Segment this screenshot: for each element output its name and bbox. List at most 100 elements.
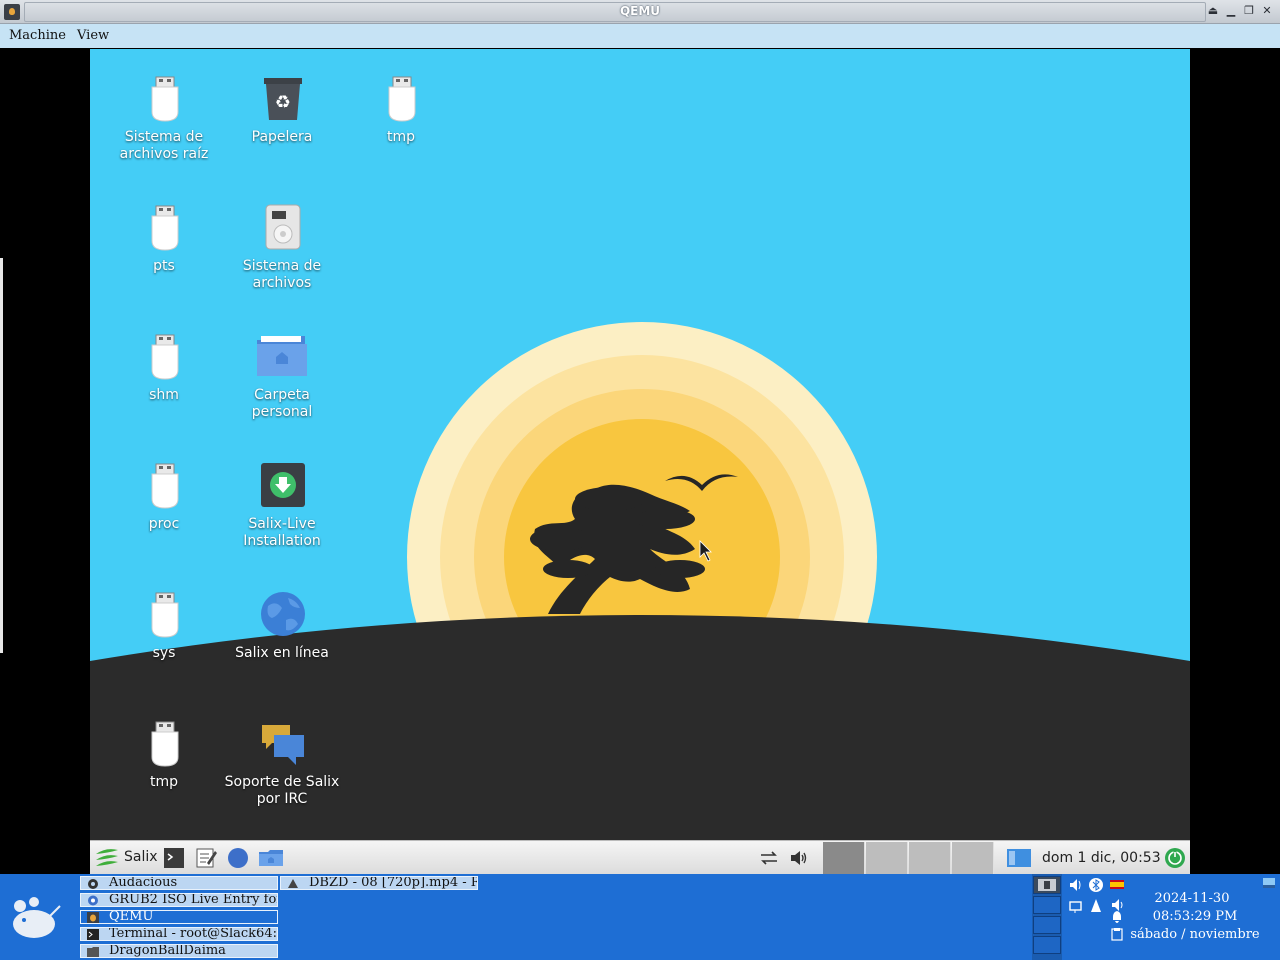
host-workspace-3[interactable]	[1033, 916, 1061, 934]
task-label: GRUB2 ISO Live Entry for ...	[109, 893, 277, 907]
salix-menu-label: Salix	[124, 849, 158, 865]
network-icon	[761, 851, 777, 865]
qemu-menubar: Machine View	[0, 24, 1280, 48]
xfce-mouse-icon[interactable]	[10, 896, 62, 940]
left-edge-marker	[0, 258, 3, 653]
volume-icon	[1070, 879, 1081, 891]
host-time[interactable]: 08:53:29 PM	[1140, 909, 1250, 924]
desktop-icon-label: Sistema de archivos raíz	[119, 129, 209, 162]
wallpaper	[90, 322, 1190, 874]
task-audacious[interactable]: Audacious	[80, 876, 278, 890]
browser-icon	[88, 895, 98, 906]
salix-logo-icon	[96, 849, 118, 866]
minimize-icon[interactable]: ▁	[1224, 3, 1238, 19]
host-pager	[1032, 874, 1062, 960]
home-folder-icon	[257, 336, 307, 376]
web-browser-icon	[228, 848, 248, 868]
desktop-icon	[1007, 849, 1031, 867]
task-qemu[interactable]: QEMU	[80, 910, 278, 924]
desktop-icon-label: Salix en línea	[235, 645, 329, 661]
globe-icon	[261, 592, 305, 636]
guest-clock[interactable]: dom 1 dic, 00:53	[1042, 850, 1161, 866]
usb-drive-icon	[151, 76, 179, 122]
usb-drive-icon	[151, 463, 179, 509]
host-panel: Audacious DBZD - 08 [720p].mp4 - R... GR…	[0, 874, 1280, 960]
flag-es-icon	[1110, 880, 1124, 889]
window-tray-icon[interactable]	[1262, 876, 1276, 890]
host-day[interactable]: sábado / noviembre	[1130, 927, 1260, 942]
task-label: DBZD - 08 [720p].mp4 - R...	[309, 876, 478, 890]
usb-drive-icon	[151, 334, 179, 380]
network-tray[interactable]	[758, 841, 780, 874]
task-label: DragonBallDaima	[109, 944, 226, 958]
restore-icon[interactable]: ❐	[1242, 3, 1256, 19]
folder-icon	[87, 947, 99, 957]
guest-panel: Salix dom 1 dic, 00:53	[90, 840, 1190, 874]
shade-icon[interactable]: ⏏	[1206, 3, 1220, 19]
host-date[interactable]: 2024-11-30	[1140, 891, 1244, 906]
video-icon	[288, 879, 298, 888]
hard-disk-icon	[265, 204, 301, 250]
desktop-icon-label: Soporte de Salix por IRC	[224, 774, 340, 807]
vlc-icon	[1091, 899, 1101, 912]
desktop-icon-label: Sistema de archivos	[242, 258, 322, 291]
desktop-icon-label: tmp	[386, 129, 415, 145]
usb-drive-icon	[388, 76, 416, 122]
clipboard-icon[interactable]	[1110, 927, 1124, 941]
task-label: Terminal - root@Slack64: ...	[109, 927, 278, 941]
qemu-mini-icon	[1038, 879, 1056, 891]
trash-icon: ♻	[264, 78, 302, 120]
task-folder[interactable]: DragonBallDaima	[80, 944, 278, 958]
show-desktop-button[interactable]	[1005, 841, 1033, 874]
terminal-launcher[interactable]	[163, 841, 185, 874]
usb-drive-icon	[151, 592, 179, 638]
svg-text:♻: ♻	[275, 92, 291, 113]
chat-icon	[262, 725, 304, 765]
bell-icon[interactable]	[1110, 910, 1124, 924]
task-terminal[interactable]: Terminal - root@Slack64: ...	[80, 927, 278, 941]
guest-desktop[interactable]: Sistema de archivos raíz ♻ Papelera tmp …	[90, 49, 1190, 874]
menu-view[interactable]: View	[77, 28, 109, 43]
power-icon	[1165, 848, 1185, 868]
desktop-icon-label: pts	[153, 258, 175, 274]
task-label: QEMU	[109, 910, 154, 924]
task-grub2[interactable]: GRUB2 ISO Live Entry for ...	[80, 893, 278, 907]
workspace-3[interactable]	[909, 842, 951, 874]
install-icon	[261, 463, 305, 507]
terminal-icon	[87, 929, 99, 940]
qemu-icon	[87, 912, 99, 923]
task-video[interactable]: DBZD - 08 [720p].mp4 - R...	[280, 876, 478, 890]
workspace-2[interactable]	[866, 842, 908, 874]
menu-machine[interactable]: Machine	[9, 28, 66, 43]
desktop-icon-label: Salix-Live Installation	[243, 516, 321, 549]
volume-icon	[791, 851, 807, 865]
audio-icon	[88, 879, 98, 889]
file-manager-icon	[259, 850, 283, 866]
browser-launcher[interactable]	[227, 841, 249, 874]
host-workspace-2[interactable]	[1033, 896, 1061, 914]
qemu-titlebar[interactable]: QEMU ⏏ ▁ ❐ ✕	[0, 0, 1280, 24]
desktop-icon-label: tmp	[149, 774, 178, 790]
files-launcher[interactable]	[258, 841, 284, 874]
desktop-icon-label: proc	[148, 516, 180, 532]
desktop-icon-label: Papelera	[251, 129, 313, 145]
editor-launcher[interactable]	[195, 841, 217, 874]
bluetooth-icon	[1089, 878, 1103, 892]
task-label: Audacious	[109, 876, 178, 890]
host-workspace-1[interactable]	[1033, 876, 1061, 894]
desktop-icon-label: shm	[149, 387, 179, 403]
volume-tray[interactable]	[788, 841, 810, 874]
desktop-icon-label: sys	[152, 645, 176, 661]
workspace-4[interactable]	[952, 842, 994, 874]
usb-drive-icon	[151, 205, 179, 251]
desktop-icon-label: Carpeta personal	[251, 387, 313, 420]
display-icon	[1069, 901, 1082, 913]
host-workspace-4[interactable]	[1033, 936, 1061, 954]
close-icon[interactable]: ✕	[1260, 3, 1274, 19]
terminal-icon	[164, 848, 184, 868]
logout-button[interactable]	[1163, 841, 1187, 874]
workspace-1[interactable]	[823, 842, 865, 874]
text-editor-icon	[196, 848, 217, 868]
salix-menu-button[interactable]: Salix	[94, 841, 158, 874]
window-title: QEMU	[619, 4, 661, 18]
